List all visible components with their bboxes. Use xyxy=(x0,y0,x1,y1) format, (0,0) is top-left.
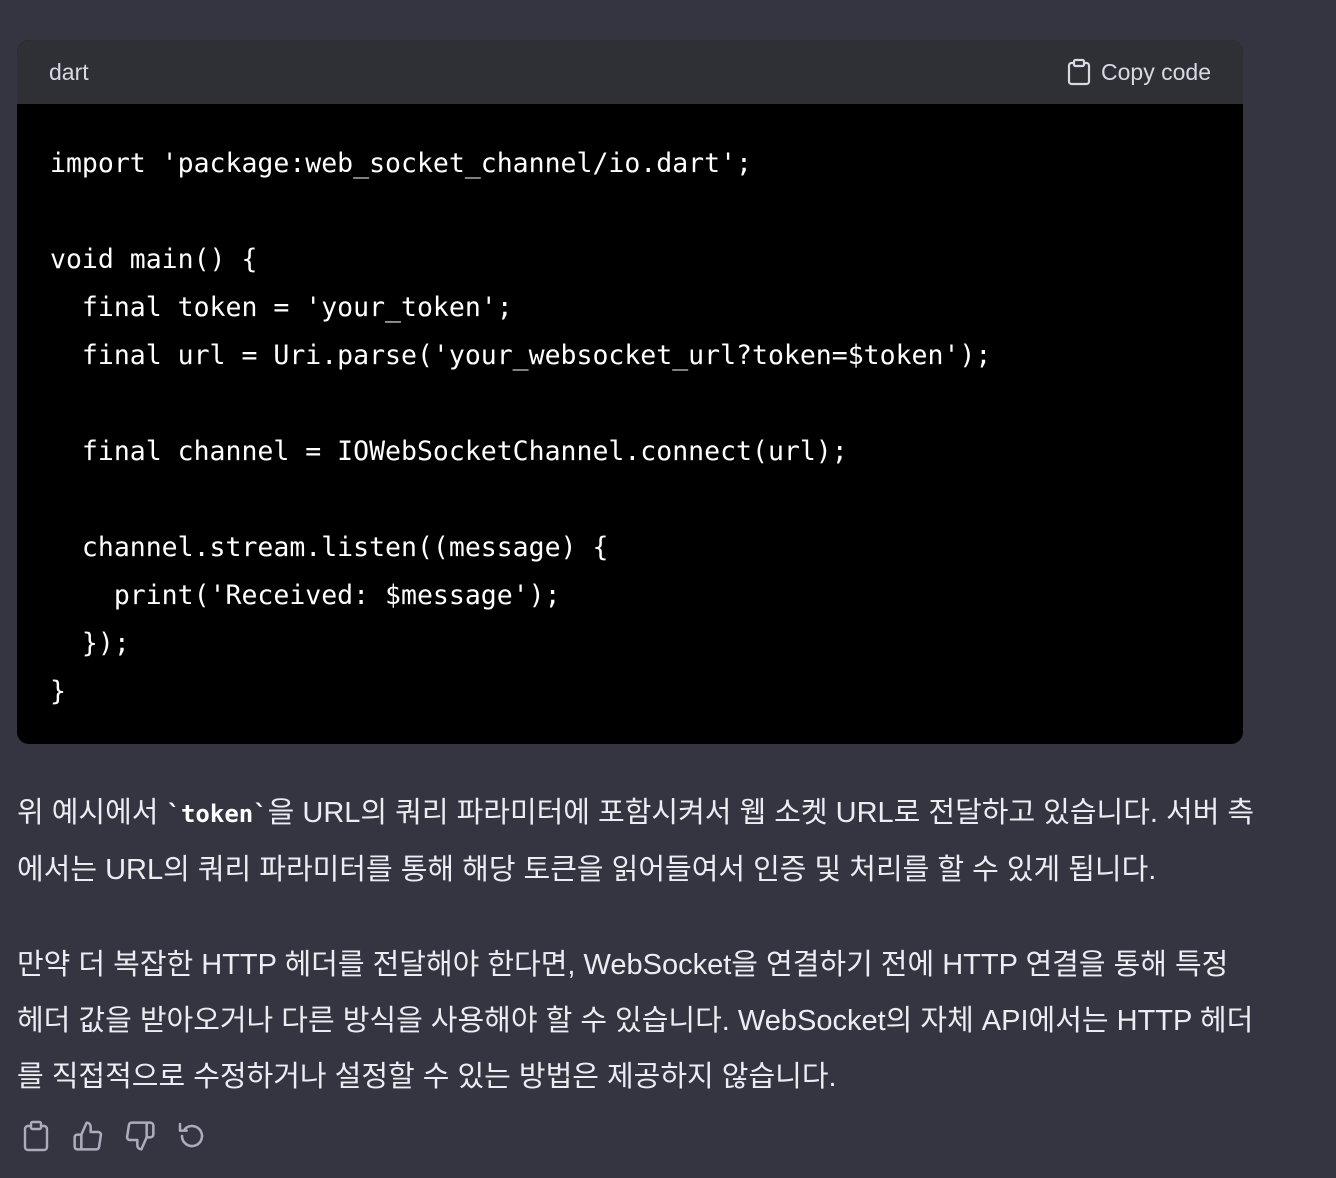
code-header: dart Copy code xyxy=(17,40,1243,104)
thumbs-up-icon xyxy=(72,1120,104,1156)
note-paragraph: 만약 더 복잡한 HTTP 헤더를 전달해야 한다면, WebSocket을 연… xyxy=(17,949,1254,1093)
regenerate-button[interactable] xyxy=(176,1120,208,1156)
thumbs-down-button[interactable] xyxy=(124,1120,156,1156)
copy-code-button[interactable]: Copy code xyxy=(1067,58,1211,86)
inline-code: `token` xyxy=(166,800,268,828)
code-block: dart Copy code import 'package:web_socke… xyxy=(17,40,1243,744)
code-line: } xyxy=(50,676,66,707)
regenerate-icon xyxy=(176,1120,208,1156)
code-line: import 'package:web_socket_channel/io.da… xyxy=(50,148,752,179)
code-content: import 'package:web_socket_channel/io.da… xyxy=(17,104,1243,716)
message-actions xyxy=(20,1120,208,1156)
code-line: channel.stream.listen((message) { xyxy=(50,532,609,563)
code-line: final channel = IOWebSocketChannel.conne… xyxy=(50,436,848,467)
code-language-label: dart xyxy=(49,58,89,85)
code-line: final url = Uri.parse('your_websocket_ur… xyxy=(50,340,992,371)
clipboard-icon xyxy=(1067,58,1091,86)
explanation-paragraph: 위 예시에서 `token`을 URL의 쿼리 파라미터에 포함시켜서 웹 소켓… xyxy=(17,785,1257,898)
thumbs-down-icon xyxy=(124,1120,156,1156)
copy-message-button[interactable] xyxy=(20,1120,52,1156)
copy-code-label: Copy code xyxy=(1101,58,1211,85)
code-line: final token = 'your_token'; xyxy=(50,292,513,323)
chat-message: dart Copy code import 'package:web_socke… xyxy=(0,0,1336,1178)
code-line: }); xyxy=(50,628,130,659)
thumbs-up-button[interactable] xyxy=(72,1120,104,1156)
code-line: void main() { xyxy=(50,244,258,275)
code-line: print('Received: $message'); xyxy=(50,580,561,611)
paragraph-text: 위 예시에서 xyxy=(17,797,167,829)
clipboard-icon xyxy=(22,1120,50,1156)
